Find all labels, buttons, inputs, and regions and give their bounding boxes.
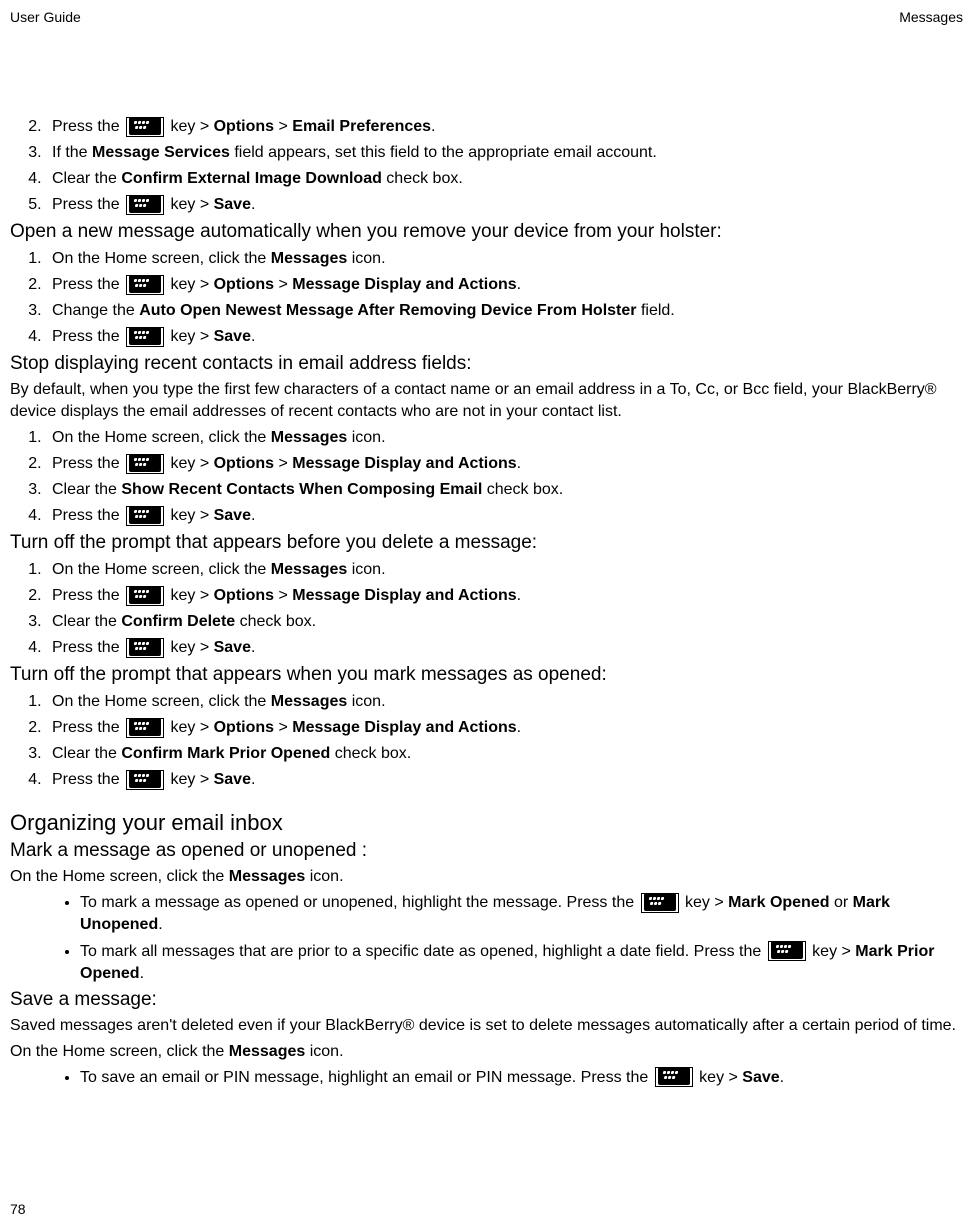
blackberry-menu-key-icon (126, 586, 164, 606)
section-stop-recent-intro: By default, when you type the first few … (10, 379, 963, 422)
section-open-new-message-title: Open a new message automatically when yo… (10, 221, 963, 243)
header-right: Messages (899, 9, 963, 25)
section-mark-message-intro: On the Home screen, click the Messages i… (10, 866, 963, 888)
step-item: Clear the Confirm Mark Prior Opened chec… (46, 742, 963, 766)
section-save-message-para: Saved messages aren't deleted even if yo… (10, 1015, 963, 1037)
blackberry-menu-key-icon (126, 275, 164, 295)
page: User Guide Messages Press the key > Opti… (0, 0, 973, 1227)
step-item: Press the key > Save. (46, 193, 963, 217)
content: Press the key > Options > Email Preferen… (10, 115, 963, 1089)
bullet-item: To mark all messages that are prior to a… (80, 941, 963, 986)
blackberry-menu-key-icon (126, 454, 164, 474)
step-item: Press the key > Options > Message Displa… (46, 452, 963, 476)
bullet-item: To mark a message as opened or unopened,… (80, 892, 963, 937)
blackberry-menu-key-icon (126, 506, 164, 526)
step-item: On the Home screen, click the Messages i… (46, 690, 963, 714)
step-item: If the Message Services field appears, s… (46, 141, 963, 165)
section-delete-prompt-title: Turn off the prompt that appears before … (10, 532, 963, 554)
step-item: Clear the Confirm Delete check box. (46, 610, 963, 634)
page-header: User Guide Messages (10, 9, 963, 25)
blackberry-menu-key-icon (768, 941, 806, 961)
blackberry-menu-key-icon (126, 638, 164, 658)
step-item: Press the key > Options > Message Displa… (46, 716, 963, 740)
section-stop-recent-title: Stop displaying recent contacts in email… (10, 353, 963, 375)
section-mark-message-title: Mark a message as opened or unopened : (10, 840, 963, 862)
blackberry-menu-key-icon (126, 117, 164, 137)
section-delete-prompt-steps: On the Home screen, click the Messages i… (10, 558, 963, 660)
step-item: Press the key > Save. (46, 768, 963, 792)
page-number: 78 (10, 1201, 26, 1217)
step-item: On the Home screen, click the Messages i… (46, 426, 963, 450)
section-save-message-bullets: To save an email or PIN message, highlig… (10, 1067, 963, 1089)
section-organizing-title: Organizing your email inbox (10, 810, 963, 836)
step-item: Press the key > Save. (46, 325, 963, 349)
blackberry-menu-key-icon (126, 718, 164, 738)
blackberry-menu-key-icon (126, 327, 164, 347)
blackberry-menu-key-icon (126, 195, 164, 215)
header-left: User Guide (10, 9, 81, 25)
step-item: Press the key > Options > Message Displa… (46, 584, 963, 608)
blackberry-menu-key-icon (641, 893, 679, 913)
step-item: Clear the Confirm External Image Downloa… (46, 167, 963, 191)
section-open-new-message-steps: On the Home screen, click the Messages i… (10, 247, 963, 349)
step-item: Press the key > Save. (46, 504, 963, 528)
blackberry-menu-key-icon (126, 770, 164, 790)
step-item: Clear the Show Recent Contacts When Comp… (46, 478, 963, 502)
step-item: On the Home screen, click the Messages i… (46, 558, 963, 582)
step-item: Change the Auto Open Newest Message Afte… (46, 299, 963, 323)
section-save-message-intro: On the Home screen, click the Messages i… (10, 1041, 963, 1063)
section-mark-opened-prompt-title: Turn off the prompt that appears when yo… (10, 664, 963, 686)
blackberry-menu-key-icon (655, 1067, 693, 1087)
step-item: Press the key > Options > Email Preferen… (46, 115, 963, 139)
bullet-item: To save an email or PIN message, highlig… (80, 1067, 963, 1089)
section-mark-opened-prompt-steps: On the Home screen, click the Messages i… (10, 690, 963, 792)
step-item: Press the key > Options > Message Displa… (46, 273, 963, 297)
section-save-message-title: Save a message: (10, 989, 963, 1011)
continued-steps: Press the key > Options > Email Preferen… (10, 115, 963, 217)
step-item: Press the key > Save. (46, 636, 963, 660)
section-stop-recent-steps: On the Home screen, click the Messages i… (10, 426, 963, 528)
step-item: On the Home screen, click the Messages i… (46, 247, 963, 271)
section-mark-message-bullets: To mark a message as opened or unopened,… (10, 892, 963, 986)
